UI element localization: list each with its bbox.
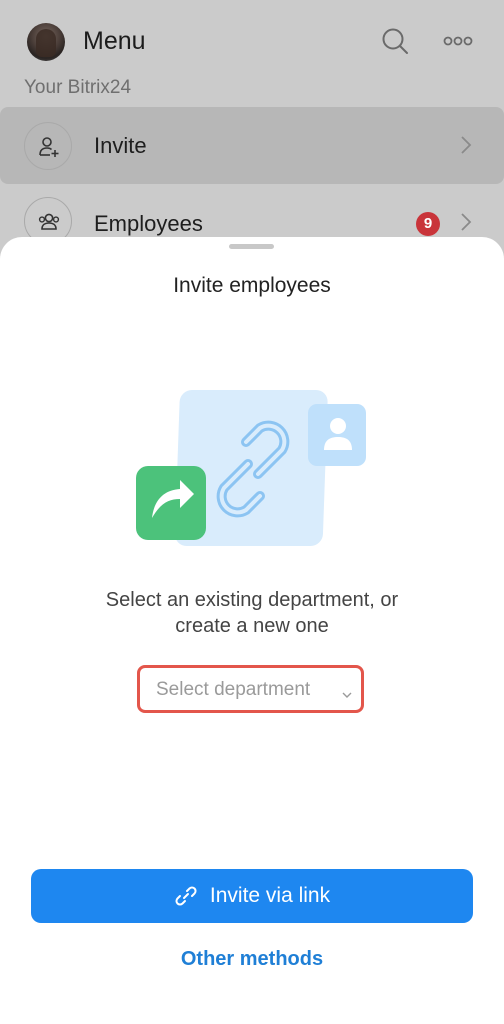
invite-sheet: Invite employees Select an existing depa… [0,237,504,1024]
menu-item-invite[interactable]: Invite [0,107,504,184]
search-icon[interactable] [380,26,410,56]
notification-badge: 9 [416,212,440,236]
page-title: Menu [83,27,146,55]
more-icon[interactable] [441,26,475,56]
sheet-grabber[interactable] [229,244,274,249]
department-select-placeholder: Select department [156,679,311,700]
menu-item-label: Invite [94,133,147,158]
instruction-text: Select an existing department, or create… [40,587,464,639]
avatar[interactable] [27,23,65,61]
chevron-right-icon [460,135,472,160]
instruction-line-2: create a new one [175,615,329,637]
chevron-down-icon [342,686,352,704]
other-methods-link[interactable]: Other methods [0,948,504,971]
sheet-title: Invite employees [173,274,331,297]
menu-item-label: Employees [94,211,203,236]
instruction-line-1: Select an existing department, or [105,589,399,611]
chevron-right-icon [460,212,472,237]
add-user-icon [24,122,72,170]
invite-via-link-button[interactable]: Invite via link [31,869,473,923]
department-select[interactable]: Select department [137,665,364,713]
link-icon [174,884,198,908]
invite-illustration [136,390,368,550]
invite-via-link-label: Invite via link [209,884,331,907]
top-bar: Menu [0,0,504,80]
portal-name: Your Bitrix24 [24,77,132,98]
